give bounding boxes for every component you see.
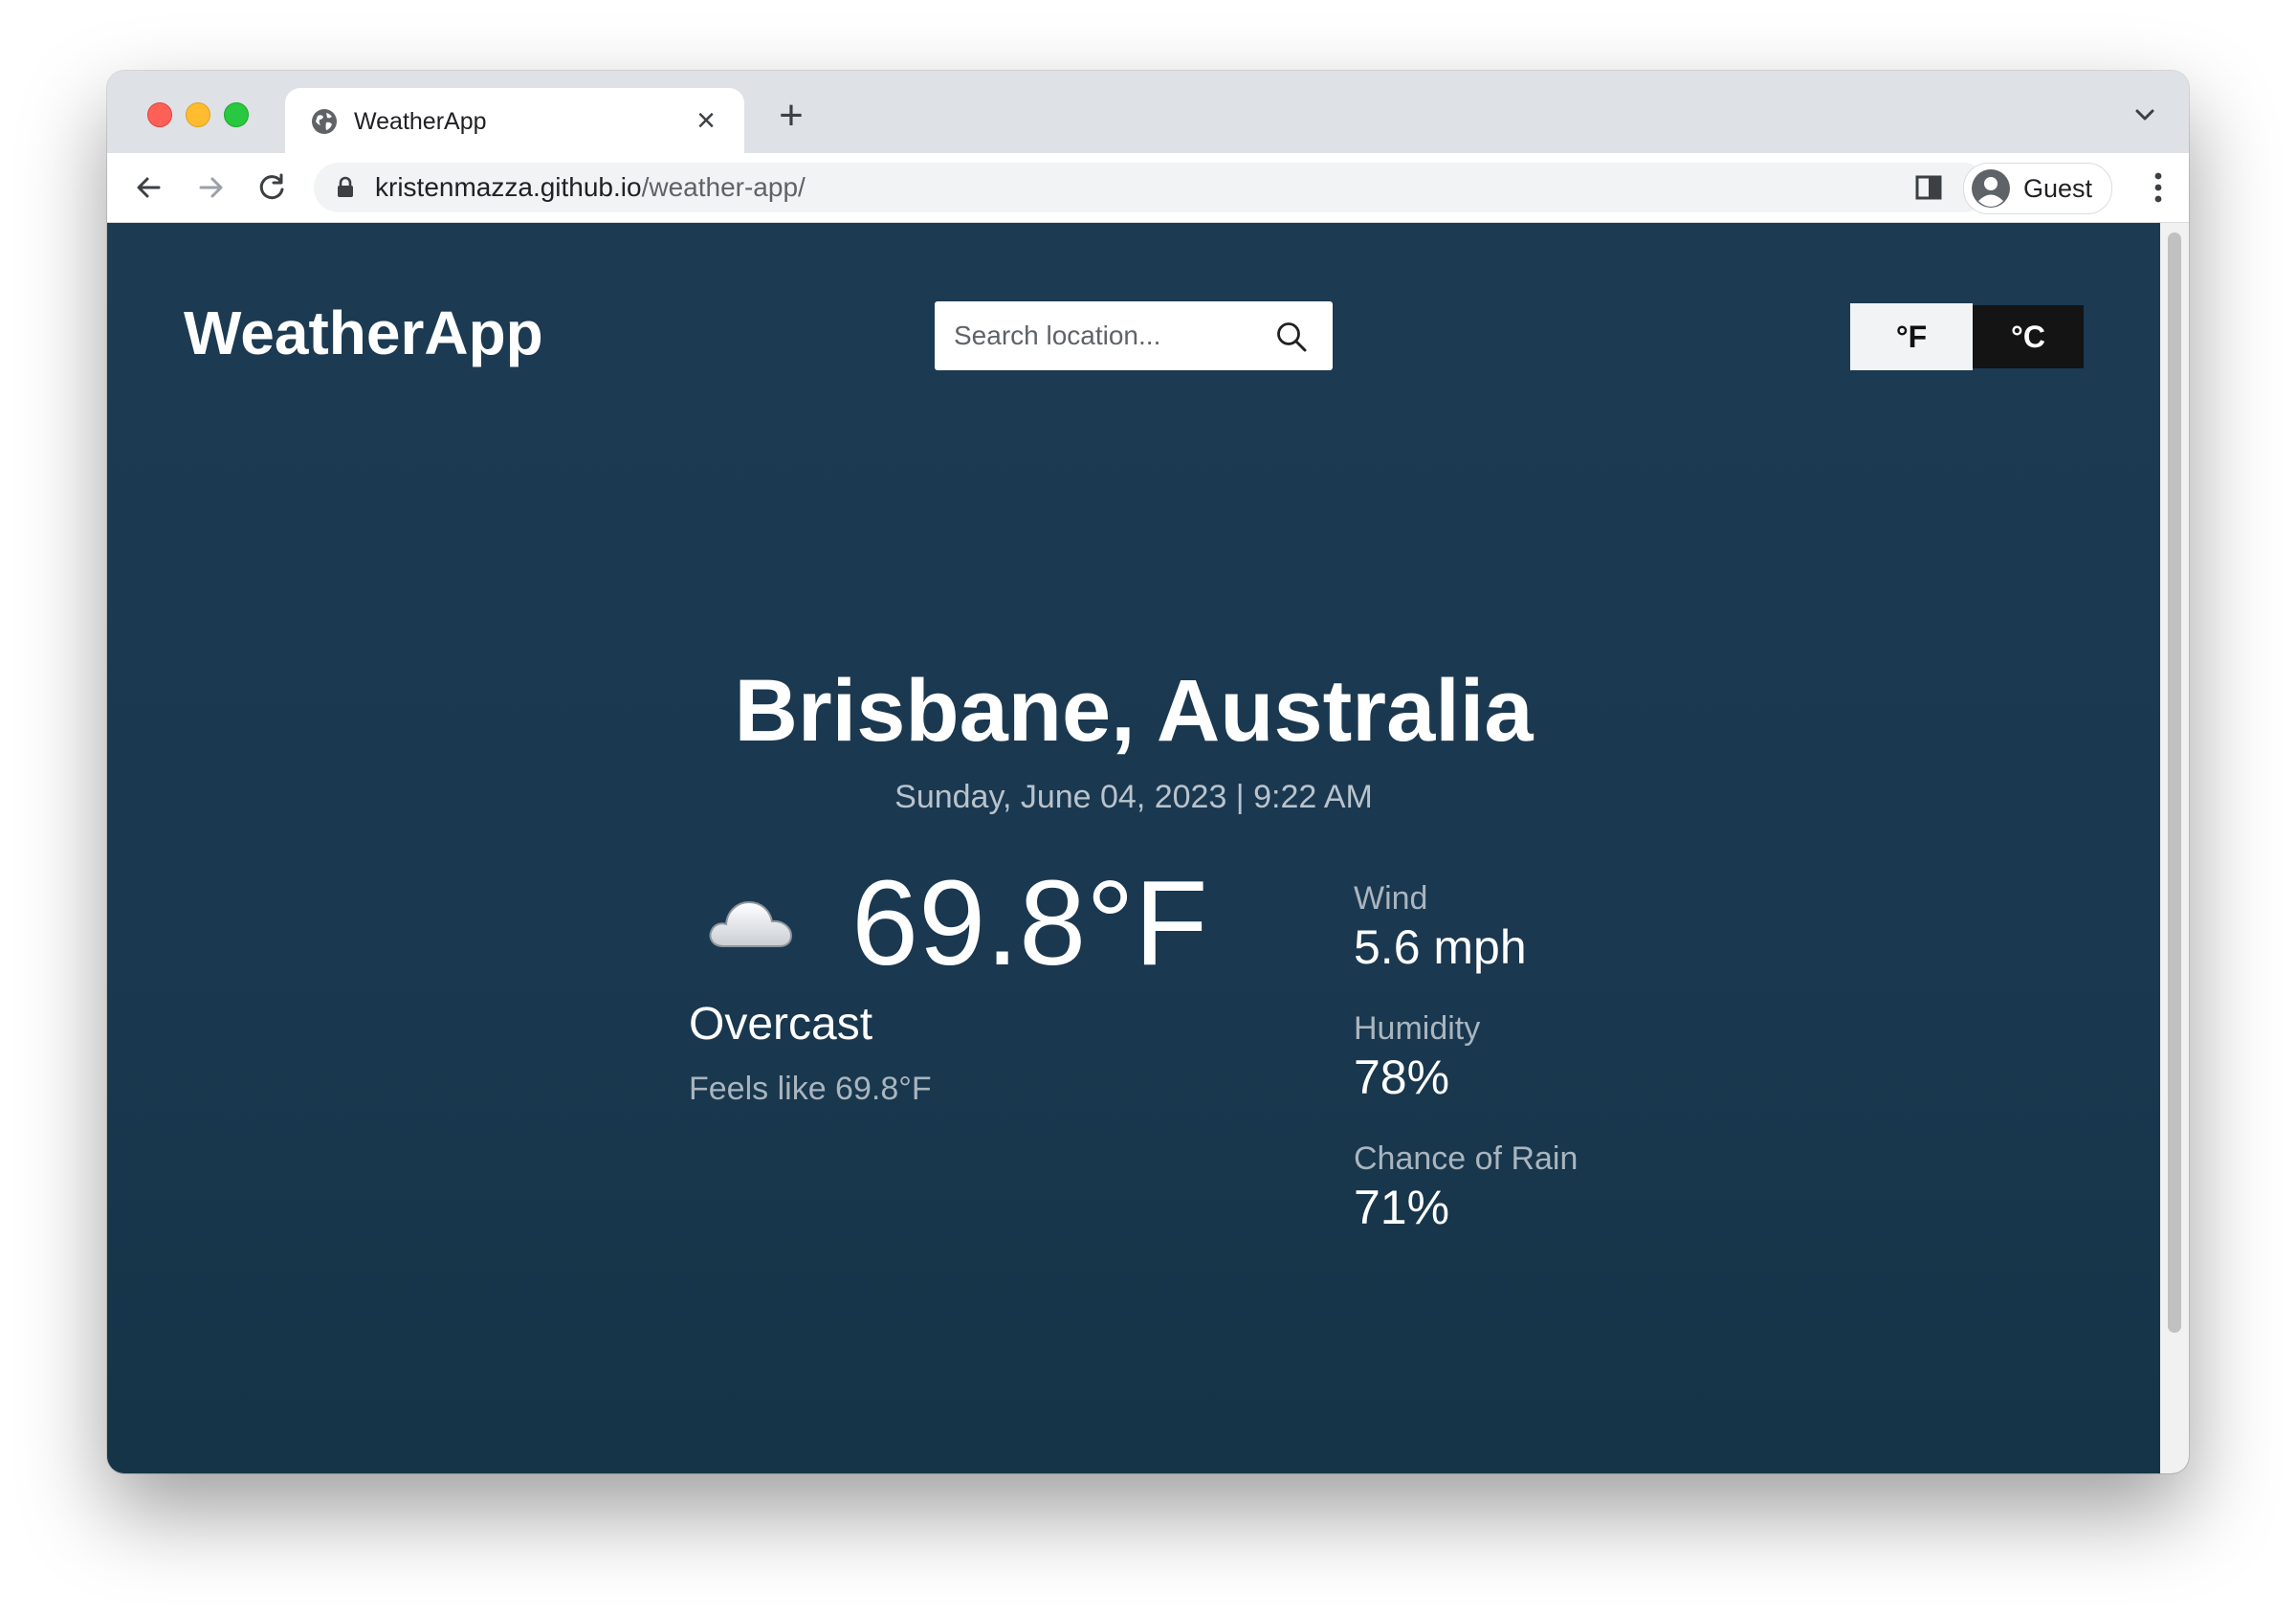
back-arrow-icon[interactable]: [128, 166, 170, 209]
side-panel-icon[interactable]: [1910, 168, 1948, 207]
wind-value: 5.6 mph: [1354, 920, 1527, 974]
close-tab-icon[interactable]: ×: [689, 103, 723, 138]
page-viewport: WeatherApp °F °C Brisbane, Australia Sun…: [107, 223, 2189, 1473]
app-logo[interactable]: WeatherApp: [184, 298, 543, 368]
url-path: /weather-app/: [641, 172, 806, 202]
rain-chance-value: 71%: [1354, 1181, 1450, 1234]
close-window-button[interactable]: [147, 102, 172, 127]
weather-condition: Overcast: [689, 999, 873, 1050]
profile-label: Guest: [2023, 174, 2093, 203]
reload-icon[interactable]: [251, 166, 293, 209]
url-text: kristenmazza.github.io/weather-app/: [375, 173, 806, 202]
globe-icon: [312, 109, 337, 134]
fahrenheit-button[interactable]: °F: [1850, 303, 1973, 370]
new-tab-button[interactable]: +: [767, 92, 815, 140]
maximize-window-button[interactable]: [224, 102, 249, 127]
profile-button[interactable]: Guest: [1963, 163, 2112, 214]
current-temperature: 69.8°F: [851, 855, 1208, 990]
chevron-down-icon[interactable]: [2128, 98, 2162, 132]
humidity-value: 78%: [1354, 1051, 1450, 1104]
rain-chance-label: Chance of Rain: [1354, 1140, 1578, 1177]
humidity-label: Humidity: [1354, 1010, 1481, 1047]
browser-toolbar: kristenmazza.github.io/weather-app/ Gues…: [107, 153, 2189, 223]
forward-arrow-icon[interactable]: [189, 166, 232, 209]
kebab-menu-icon[interactable]: [2152, 170, 2164, 205]
browser-window: WeatherApp × + kristenmazza.github.io/we…: [107, 71, 2189, 1473]
location-title: Brisbane, Australia: [734, 662, 1534, 760]
scrollbar-thumb[interactable]: [2168, 232, 2181, 1333]
celsius-button[interactable]: °C: [1973, 305, 2084, 368]
browser-tab[interactable]: WeatherApp ×: [285, 88, 744, 155]
feels-like: Feels like 69.8°F: [689, 1071, 932, 1107]
lock-icon[interactable]: [335, 176, 356, 199]
search-input[interactable]: [954, 301, 1260, 370]
scrollbar[interactable]: [2160, 223, 2189, 1473]
date-time: Sunday, June 04, 2023 | 9:22 AM: [894, 779, 1373, 815]
url-domain: kristenmazza.github.io: [375, 172, 642, 202]
cloud-icon: [709, 900, 793, 947]
search-box: [935, 301, 1333, 370]
tab-title: WeatherApp: [354, 108, 487, 135]
minimize-window-button[interactable]: [186, 102, 210, 127]
address-bar[interactable]: kristenmazza.github.io/weather-app/: [314, 163, 1988, 212]
search-icon[interactable]: [1275, 321, 1308, 353]
tab-strip: WeatherApp × +: [107, 71, 2189, 155]
avatar-icon: [1972, 169, 2010, 208]
wind-label: Wind: [1354, 880, 1428, 917]
